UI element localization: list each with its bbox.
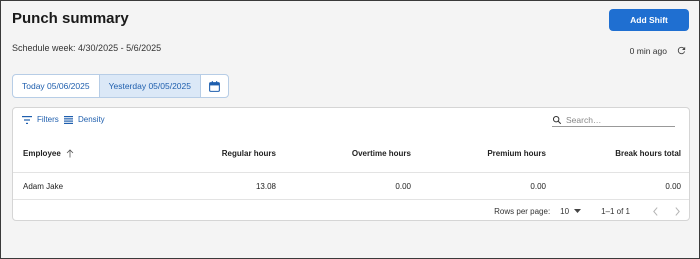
filter-icon (22, 115, 32, 124)
column-header-overtime-hours[interactable]: Overtime hours (352, 135, 411, 172)
last-updated-text: 0 min ago (629, 45, 667, 56)
density-label: Density (78, 115, 105, 124)
rows-per-page-label: Rows per page: (494, 206, 551, 216)
filters-label: Filters (37, 115, 59, 124)
previous-page-icon[interactable] (652, 206, 659, 216)
app-window: Punch summary Add Shift Schedule week: 4… (0, 0, 700, 259)
column-header-employee-label: Employee (23, 149, 61, 158)
next-page-icon[interactable] (674, 206, 681, 216)
dropdown-arrow-icon (574, 208, 582, 214)
cell-break-hours-total: 0.00 (665, 181, 681, 191)
column-header-employee[interactable]: Employee (23, 135, 74, 172)
cell-regular-hours: 13.08 (255, 181, 276, 191)
table-header-row: Employee Regular hours Overtime hours Pr… (13, 135, 689, 173)
search-icon (552, 115, 562, 125)
day-toggle-group: Today 05/06/2025 Yesterday 05/05/2025 (12, 74, 229, 98)
refresh-area: 0 min ago (630, 45, 687, 56)
cell-employee: Adam Jake (23, 181, 64, 191)
table-row[interactable]: Adam Jake 13.08 0.00 0.00 0.00 (13, 173, 689, 200)
schedule-week-label: Schedule week: 4/30/2025 - 5/6/2025 (12, 43, 162, 53)
pager-nav (652, 206, 681, 216)
refresh-icon[interactable] (676, 45, 687, 56)
filters-button[interactable]: Filters (22, 115, 59, 124)
calendar-button[interactable] (201, 75, 228, 97)
cell-premium-hours: 0.00 (530, 181, 546, 191)
page-title: Punch summary (12, 10, 129, 27)
search-box[interactable] (552, 113, 675, 127)
column-header-regular-hours[interactable]: Regular hours (222, 135, 276, 172)
pagination-bar: Rows per page: 10 1–1 of 1 (494, 201, 685, 221)
rows-per-page-value: 10 (560, 206, 570, 216)
column-header-premium-hours[interactable]: Premium hours (487, 135, 546, 172)
add-shift-button[interactable]: Add Shift (609, 9, 689, 31)
search-input[interactable] (566, 114, 671, 125)
pagination-range: 1–1 of 1 (601, 206, 630, 216)
punch-table: Filters Density Search… Employee Regular… (12, 107, 690, 221)
rows-per-page-select[interactable]: 10 (560, 206, 582, 216)
sort-ascending-icon[interactable] (66, 149, 74, 158)
column-header-break-hours-total[interactable]: Break hours total (615, 135, 681, 172)
calendar-icon (208, 80, 221, 93)
today-button[interactable]: Today 05/06/2025 (13, 75, 100, 97)
density-icon (64, 115, 73, 124)
yesterday-button[interactable]: Yesterday 05/05/2025 (99, 75, 201, 97)
cell-overtime-hours: 0.00 (395, 181, 411, 191)
density-button[interactable]: Density (64, 115, 105, 124)
